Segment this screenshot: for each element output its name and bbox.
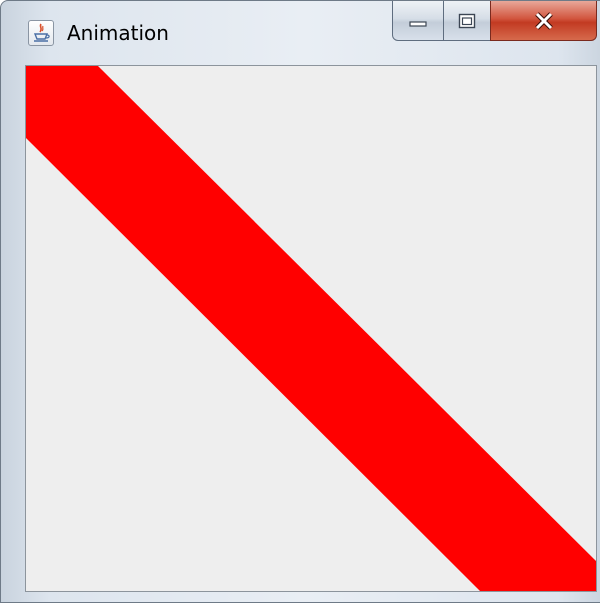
app-window: Animation [0,0,600,603]
minimize-icon [409,20,427,27]
caption-buttons [392,1,598,41]
maximize-button[interactable] [443,1,491,41]
java-cup-icon[interactable] [28,20,54,46]
window-title: Animation [67,21,169,45]
maximize-icon [458,13,476,28]
red-diagonal-stripe [26,66,596,591]
animation-canvas [25,65,597,592]
close-icon [534,11,553,30]
close-button[interactable] [490,1,597,41]
minimize-button[interactable] [392,1,444,41]
title-bar[interactable]: Animation [1,1,600,63]
